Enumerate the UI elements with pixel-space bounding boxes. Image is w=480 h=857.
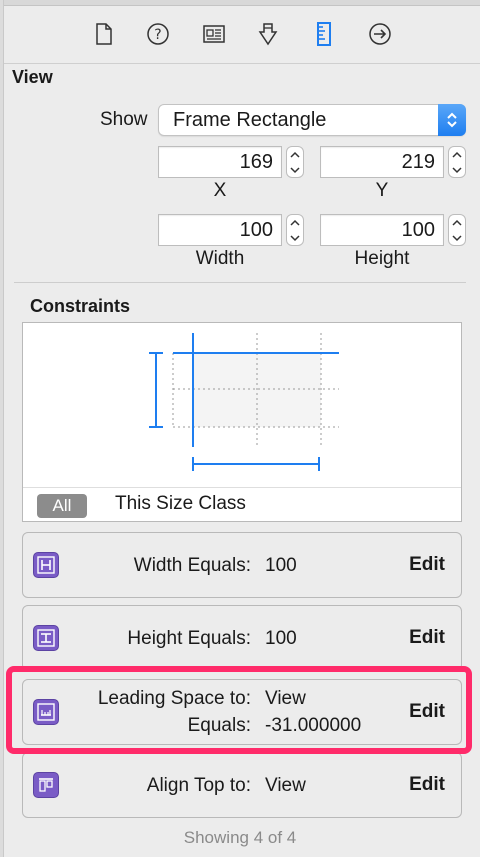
constraints-canvas[interactable]: All This Size Class — [22, 322, 462, 522]
y-stepper[interactable] — [448, 146, 466, 178]
constraint-key: Width Equals: — [133, 555, 251, 576]
help-inspector-icon[interactable]: ? — [144, 20, 172, 48]
constraint-value: 100 — [265, 555, 297, 576]
constraints-diagram — [149, 333, 339, 471]
stepper-down-icon — [290, 166, 300, 173]
panel-divider — [0, 0, 4, 857]
constraint-key: Height Equals: — [127, 628, 251, 649]
y-field[interactable]: 219 — [320, 146, 444, 178]
stepper-up-icon — [452, 151, 462, 158]
constraint-value: -31.000000 — [265, 715, 362, 736]
stepper-up-icon — [452, 219, 462, 226]
constraint-row[interactable]: Height Equals: 100 Edit — [22, 605, 462, 671]
show-popup[interactable]: Frame Rectangle — [158, 104, 466, 136]
width-label: Width — [195, 248, 245, 269]
width-constraint-icon — [33, 552, 59, 578]
constraint-value: View — [265, 775, 306, 796]
size-class-filter: All This Size Class — [23, 487, 461, 521]
constraint-key: Leading Space to: — [97, 688, 251, 709]
svg-text:?: ? — [154, 27, 161, 43]
constraints-section-title: Constraints — [30, 296, 131, 316]
x-stepper[interactable] — [286, 146, 304, 178]
width-field[interactable]: 100 — [158, 214, 282, 246]
filter-all-button[interactable]: All — [37, 494, 87, 518]
view-section-title: View — [12, 67, 53, 87]
edit-button[interactable]: Edit — [409, 701, 445, 723]
height-label: Height — [354, 248, 410, 269]
stepper-down-icon — [452, 234, 462, 241]
constraint-value: 100 — [265, 628, 297, 649]
align-top-constraint-icon — [33, 772, 59, 798]
section-divider — [14, 282, 466, 283]
show-label: Show — [100, 109, 148, 130]
attributes-inspector-icon[interactable] — [254, 20, 282, 48]
stepper-down-icon — [290, 234, 300, 241]
size-inspector-panel: ? View Show Frame Rectangle 169 219 X Y — [0, 0, 480, 857]
constraint-key: Align Top to: — [146, 775, 251, 796]
identity-inspector-icon[interactable] — [200, 20, 228, 48]
width-stepper[interactable] — [286, 214, 304, 246]
constraint-row[interactable]: Width Equals: 100 Edit — [22, 532, 462, 598]
x-field[interactable]: 169 — [158, 146, 282, 178]
inspector-toolbar: ? — [4, 0, 480, 64]
x-label: X — [213, 180, 227, 201]
popup-chevrons-icon — [438, 104, 466, 136]
edit-button[interactable]: Edit — [409, 554, 445, 576]
show-popup-value: Frame Rectangle — [173, 109, 327, 131]
stepper-up-icon — [290, 219, 300, 226]
file-inspector-icon[interactable] — [90, 20, 118, 48]
size-inspector-icon[interactable] — [310, 20, 338, 48]
edit-button[interactable]: Edit — [409, 774, 445, 796]
height-stepper[interactable] — [448, 214, 466, 246]
constraint-row[interactable]: Align Top to: View Edit — [22, 752, 462, 818]
leading-space-constraint-icon — [33, 699, 59, 725]
stepper-down-icon — [452, 166, 462, 173]
height-constraint-icon — [33, 625, 59, 651]
constraint-row[interactable]: Leading Space to: View Equals: -31.00000… — [22, 679, 462, 745]
constraints-count: Showing 4 of 4 — [183, 828, 297, 847]
height-field[interactable]: 100 — [320, 214, 444, 246]
connections-inspector-icon[interactable] — [366, 20, 394, 48]
stepper-up-icon — [290, 151, 300, 158]
filter-size-class-button[interactable]: This Size Class — [115, 493, 246, 515]
y-label: Y — [375, 180, 389, 201]
constraint-key: Equals: — [187, 715, 251, 736]
constraint-value: View — [265, 688, 306, 709]
edit-button[interactable]: Edit — [409, 627, 445, 649]
